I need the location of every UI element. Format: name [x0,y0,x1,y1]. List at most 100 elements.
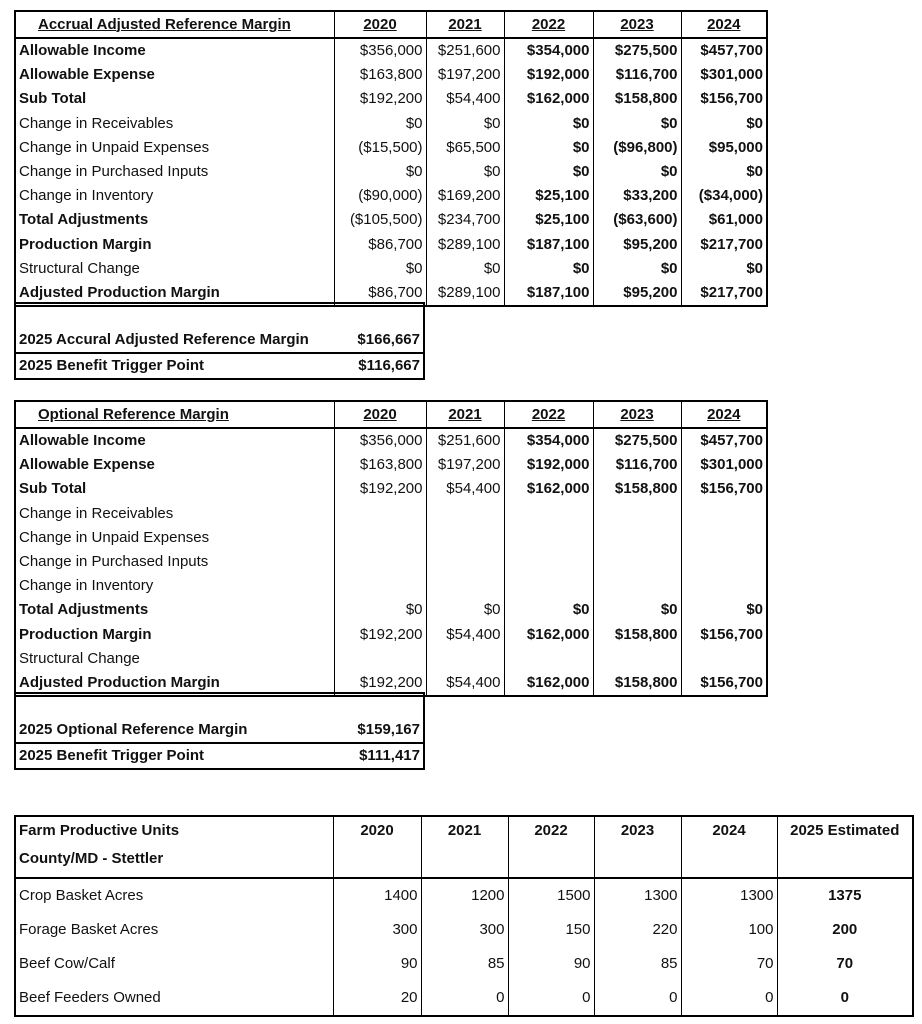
value-cell: $156,700 [680,622,768,647]
summary-value: $166,667 [334,328,424,354]
value-cell: $289,100 [425,232,505,257]
value-cell: $0 [333,111,427,136]
row-label: Change in Purchased Inputs [14,159,335,185]
row-label: Beef Cow/Calf [19,955,115,972]
value-cell [680,574,768,599]
table-row: Change in Receivables $0 $0 $0 $0 $0 [14,111,768,136]
value-cell [592,646,682,671]
optional-summary-table: 2025 Optional Reference Margin $159,167 20… [14,692,425,770]
value-cell: $197,200 [425,63,505,88]
row-label: Sub Total [14,87,335,112]
value-cell: 1400 [332,878,421,913]
value-cell [592,501,682,526]
year-header: 2021 [425,11,505,39]
value-cell: 0 [420,981,508,1016]
value-cell: $457,700 [680,428,768,454]
value-cell [503,549,594,575]
table-row: Allowable Expense $163,800 $197,200 $192,00… [14,63,768,88]
farm-productive-units-table: Farm Productive Units County/MD - Stettle… [14,815,914,1017]
value-cell: $25,100 [503,208,594,233]
value-cell: $0 [680,159,768,185]
value-cell: $0 [333,598,427,623]
value-cell [680,501,768,526]
year-header: 2021 [425,401,505,429]
value-cell: $65,500 [425,135,505,160]
year-header: 2022 [503,401,594,429]
year-header: 2023 [593,816,681,879]
row-label: Production Margin [14,232,335,257]
value-cell [425,501,505,526]
value-cell: $192,200 [333,622,427,647]
year-header: 2020 [333,401,427,429]
table-row: Change in Purchased Inputs [14,549,768,575]
value-cell: $162,000 [503,87,594,112]
value-cell: $54,400 [425,87,505,112]
table-row: Forage Basket Acres 300 300 150 220 100 200 [15,913,913,947]
value-cell: $0 [592,111,682,136]
row-label: Change in Receivables [14,111,335,136]
value-cell: $0 [503,598,594,623]
year-header: 2022 [507,816,594,879]
table-row: Change in Unpaid Expenses ($15,500) $65,50… [14,135,768,160]
value-cell: $251,600 [425,428,505,454]
year-header: 2022 [503,11,594,39]
summary-row: 2025 Optional Reference Margin $159,167 [15,718,424,744]
table-row: Change in Purchased Inputs $0 $0 $0 $0 $0 [14,159,768,185]
summary-value: $116,667 [358,357,420,374]
row-label: Change in Unpaid Expenses [14,135,335,160]
value-cell [333,501,427,526]
value-cell: $0 [680,598,768,623]
year-header: 2024 [680,401,768,429]
value-cell: $0 [592,598,682,623]
value-cell: $95,000 [680,135,768,160]
value-cell: $0 [592,256,682,281]
value-cell: ($90,000) [333,184,427,209]
value-cell: $356,000 [333,38,427,64]
value-cell: $163,800 [333,453,427,478]
value-cell: 1500 [507,878,594,913]
value-cell: $158,800 [592,87,682,112]
table-row: Change in Inventory ($90,000) $169,200 $25,… [14,184,768,209]
header-row: Farm Productive Units County/MD - Stettle… [15,816,913,879]
estimated-value: 1375 [776,878,913,913]
value-cell [680,549,768,575]
row-label: Total Adjustments [14,598,335,623]
row-label: Sub Total [14,477,335,502]
value-cell: $162,000 [503,477,594,502]
row-label: Production Margin [14,622,335,647]
value-cell [503,525,594,550]
optional-margin-table: Optional Reference Margin 2020 2021 2022 202… [14,400,768,698]
year-header: 2023 [592,11,682,39]
table-row: Change in Unpaid Expenses [14,525,768,550]
summary-row: 2025 Benefit Trigger Point $116,667 [15,353,424,379]
value-cell: 85 [593,947,681,981]
year-header: 2020 [333,11,427,39]
header-row: Optional Reference Margin 2020 2021 2022 202… [14,401,768,429]
value-cell: $158,800 [592,670,682,697]
table-row: Structural Change $0 $0 $0 $0 $0 [14,256,768,281]
value-cell [425,574,505,599]
row-label: Beef Feeders Owned [19,989,161,1006]
value-cell: 300 [332,913,421,947]
value-cell [592,574,682,599]
table-row: Allowable Income $356,000 $251,600 $354,000… [14,428,768,454]
value-cell: $95,200 [592,280,682,307]
table-row: Change in Receivables [14,501,768,526]
value-cell [592,549,682,575]
row-label: Change in Inventory [14,184,335,209]
value-cell: $156,700 [680,87,768,112]
value-cell: $234,700 [425,208,505,233]
value-cell: $0 [503,135,594,160]
value-cell: 20 [332,981,421,1016]
value-cell: $0 [503,111,594,136]
value-cell: $33,200 [592,184,682,209]
table-row: Production Margin $86,700 $289,100 $187,100… [14,232,768,257]
value-cell [333,525,427,550]
value-cell: $301,000 [680,63,768,88]
value-cell: $0 [333,159,427,185]
value-cell: $354,000 [503,428,594,454]
table-row: Structural Change [14,646,768,671]
value-cell: ($63,600) [592,208,682,233]
spacer-row [15,693,424,718]
blank-cell [15,693,334,718]
